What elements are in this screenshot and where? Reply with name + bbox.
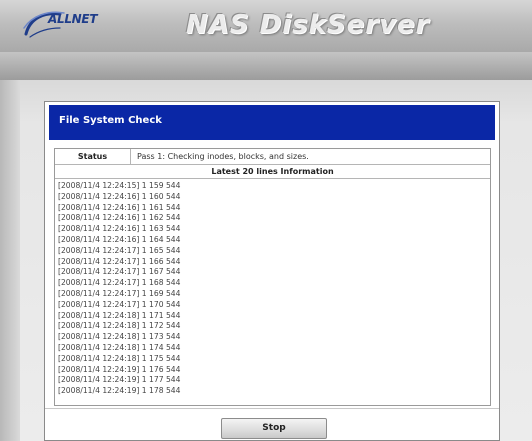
file-system-check-panel: File System Check Status Pass 1: Checkin… (44, 101, 500, 441)
log-line: [2008/11/4 12:24:18] 1 175 544 (58, 353, 181, 363)
log-line: [2008/11/4 12:24:17] 1 165 544 (58, 245, 181, 255)
log-header: Latest 20 lines Information (55, 165, 490, 179)
log-line: [2008/11/4 12:24:16] 1 161 544 (58, 202, 181, 212)
logo-wordmark: ALLNET (48, 12, 98, 26)
status-value: Pass 1: Checking inodes, blocks, and siz… (137, 152, 309, 161)
info-table: Status Pass 1: Checking inodes, blocks, … (54, 148, 491, 406)
log-line: [2008/11/4 12:24:16] 1 160 544 (58, 191, 181, 201)
log-line: [2008/11/4 12:24:17] 1 167 544 (58, 267, 181, 277)
status-label: Status (55, 149, 131, 164)
panel-footer: Stop (45, 408, 499, 440)
log-line: [2008/11/4 12:24:18] 1 174 544 (58, 342, 181, 352)
stop-button[interactable]: Stop (221, 418, 327, 439)
log-line: [2008/11/4 12:24:18] 1 171 544 (58, 310, 181, 320)
header-band (0, 52, 532, 80)
log-line: [2008/11/4 12:24:19] 1 176 544 (58, 364, 181, 374)
log-line: [2008/11/4 12:24:19] 1 177 544 (58, 375, 181, 385)
log-line: [2008/11/4 12:24:16] 1 164 544 (58, 234, 181, 244)
log-line: [2008/11/4 12:24:17] 1 166 544 (58, 256, 181, 266)
log-line: [2008/11/4 12:24:18] 1 172 544 (58, 321, 181, 331)
log-line: [2008/11/4 12:24:17] 1 169 544 (58, 288, 181, 298)
status-row: Status Pass 1: Checking inodes, blocks, … (55, 149, 490, 165)
log-line: [2008/11/4 12:24:16] 1 162 544 (58, 213, 181, 223)
app-header: ALLNET NAS DiskServer (0, 0, 532, 52)
log-line: [2008/11/4 12:24:17] 1 168 544 (58, 278, 181, 288)
panel-header: File System Check (49, 105, 495, 140)
panel-title: File System Check (59, 115, 162, 126)
log-line: [2008/11/4 12:24:19] 1 178 544 (58, 386, 181, 396)
log-line: [2008/11/4 12:24:15] 1 159 544 (58, 181, 181, 190)
log-line: [2008/11/4 12:24:16] 1 163 544 (58, 224, 181, 234)
log-line: [2008/11/4 12:24:18] 1 173 544 (58, 332, 181, 342)
left-shadow (0, 80, 20, 441)
log-list: [2008/11/4 12:24:15] 1 159 544 [2008/11/4… (58, 181, 478, 397)
log-line: [2008/11/4 12:24:17] 1 170 544 (58, 299, 181, 309)
product-title: NAS DiskServer (186, 10, 430, 40)
